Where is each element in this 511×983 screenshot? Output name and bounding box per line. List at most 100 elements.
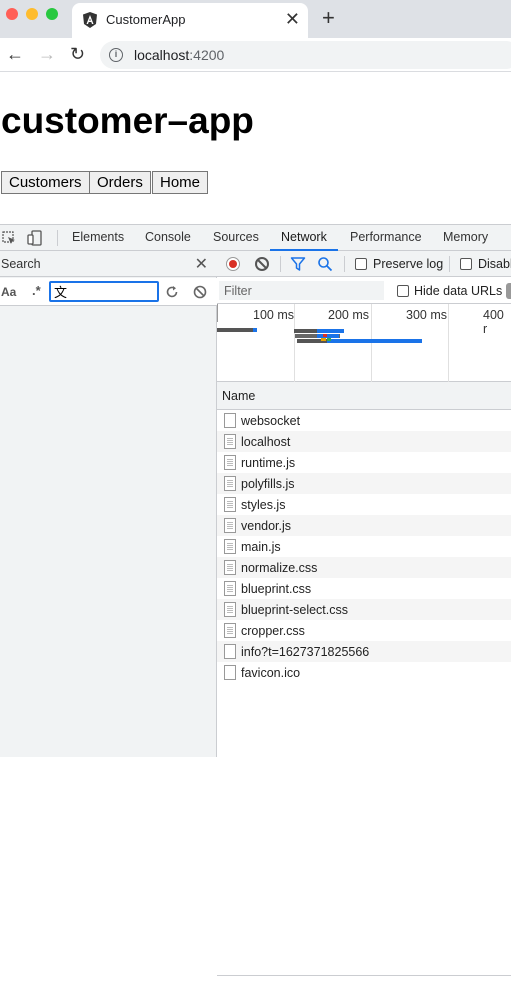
home-button[interactable]: Home (152, 171, 209, 194)
disable-cache-checkbox[interactable] (460, 258, 472, 270)
device-toolbar-icon[interactable] (27, 230, 43, 246)
request-name: blueprint.css (241, 582, 312, 596)
customers-button[interactable]: Customers (1, 171, 90, 194)
clear-button[interactable] (255, 257, 269, 271)
request-name: polyfills.js (241, 477, 295, 491)
separator (280, 256, 281, 272)
separator (449, 256, 450, 272)
preserve-log-label: Preserve log (373, 257, 444, 271)
request-name: cropper.css (241, 624, 305, 638)
request-name: runtime.js (241, 456, 296, 470)
request-name: styles.js (241, 498, 286, 512)
minimize-window-button[interactable] (26, 8, 38, 20)
network-status-bar (217, 975, 511, 983)
request-row[interactable]: vendor.js (217, 515, 511, 536)
search-drawer: Search ✕ Aa .* (0, 251, 217, 757)
request-row[interactable]: info?t=1627371825566 (217, 641, 511, 662)
devtools-tab-bar: Elements Console Sources Network Perform… (0, 225, 511, 251)
request-name: localhost (241, 435, 291, 449)
request-name: favicon.ico (241, 666, 301, 680)
request-row[interactable]: main.js (217, 536, 511, 557)
new-tab-icon[interactable]: + (322, 6, 335, 30)
overflow-toggle[interactable] (506, 283, 511, 299)
reload-icon[interactable]: ↻ (70, 44, 85, 65)
request-row[interactable]: styles.js (217, 494, 511, 515)
column-name-header[interactable]: Name (222, 389, 255, 403)
filter-input[interactable] (219, 281, 384, 300)
request-row[interactable]: websocket (217, 410, 511, 431)
zoom-window-button[interactable] (46, 8, 58, 20)
hide-data-urls-label: Hide data URLs (414, 284, 503, 298)
tab-network[interactable]: Network (281, 230, 327, 244)
request-name: normalize.css (241, 561, 318, 575)
request-name: info?t=1627371825566 (241, 645, 370, 659)
info-icon[interactable]: i (109, 48, 123, 62)
clear-icon[interactable] (193, 285, 207, 299)
document-icon (224, 539, 236, 554)
tab-sources[interactable]: Sources (213, 230, 259, 244)
url-text: localhost:4200 (134, 47, 225, 63)
request-row[interactable]: normalize.css (217, 557, 511, 578)
request-row[interactable]: polyfills.js (217, 473, 511, 494)
request-list: websocket localhost runtime.js polyfills.js… (217, 410, 511, 683)
tab-memory[interactable]: Memory (443, 230, 488, 244)
browser-tab[interactable]: CustomerApp ✕ (72, 3, 308, 38)
search-icon[interactable] (317, 256, 333, 272)
close-window-button[interactable] (6, 8, 18, 20)
document-icon (224, 665, 236, 680)
request-name: main.js (241, 540, 281, 554)
filter-icon[interactable] (290, 256, 306, 272)
close-icon[interactable]: ✕ (195, 254, 208, 274)
angular-logo-icon (83, 12, 97, 28)
document-icon (224, 497, 236, 512)
request-name: websocket (241, 414, 301, 428)
search-title: Search (1, 257, 41, 271)
request-row[interactable]: blueprint-select.css (217, 599, 511, 620)
inspect-element-icon[interactable] (2, 231, 16, 245)
request-row[interactable]: cropper.css (217, 620, 511, 641)
request-row[interactable]: runtime.js (217, 452, 511, 473)
page-title: customer–app (1, 100, 254, 141)
back-arrow-icon[interactable]: ← (6, 44, 24, 65)
preserve-log-checkbox[interactable] (355, 258, 367, 270)
tab-console[interactable]: Console (145, 230, 191, 244)
regex-toggle[interactable]: .* (32, 283, 41, 298)
tab-performance[interactable]: Performance (350, 230, 422, 244)
waterfall-overview (217, 328, 422, 343)
forward-arrow-icon[interactable]: → (38, 44, 56, 65)
match-case-toggle[interactable]: Aa (1, 285, 16, 299)
document-icon (224, 623, 236, 638)
browser-toolbar: ← → ↻ i localhost:4200 (0, 38, 511, 72)
request-name: blueprint-select.css (241, 603, 348, 617)
request-row[interactable]: favicon.ico (217, 662, 511, 683)
document-icon (224, 581, 236, 596)
document-icon (224, 602, 236, 617)
search-header: Search ✕ (0, 251, 217, 277)
document-icon (224, 455, 236, 470)
document-icon (224, 644, 236, 659)
request-row[interactable]: blueprint.css (217, 578, 511, 599)
tab-elements[interactable]: Elements (72, 230, 124, 244)
browser-tab-strip: CustomerApp ✕ + (0, 0, 511, 38)
network-panel: Preserve log Disabl Hide data URLs 100 m… (217, 251, 511, 983)
document-icon (224, 434, 236, 449)
network-overview: 100 ms 200 ms 300 ms 400 r (217, 304, 511, 382)
address-bar[interactable]: i localhost:4200 (100, 41, 511, 69)
document-icon (224, 476, 236, 491)
disable-cache-label: Disabl (478, 257, 511, 271)
request-row[interactable]: localhost (217, 431, 511, 452)
document-icon (224, 413, 236, 428)
refresh-icon[interactable] (165, 285, 179, 299)
document-icon (224, 518, 236, 533)
hide-data-urls-checkbox[interactable] (397, 285, 409, 297)
network-filter-bar: Hide data URLs (217, 278, 511, 304)
document-icon (224, 560, 236, 575)
separator (57, 230, 58, 246)
request-name: vendor.js (241, 519, 292, 533)
record-button[interactable] (226, 257, 240, 271)
close-tab-icon[interactable]: ✕ (285, 9, 300, 29)
separator (344, 256, 345, 272)
orders-button[interactable]: Orders (89, 171, 151, 194)
search-input[interactable] (49, 281, 159, 302)
network-toolbar: Preserve log Disabl (217, 251, 511, 277)
